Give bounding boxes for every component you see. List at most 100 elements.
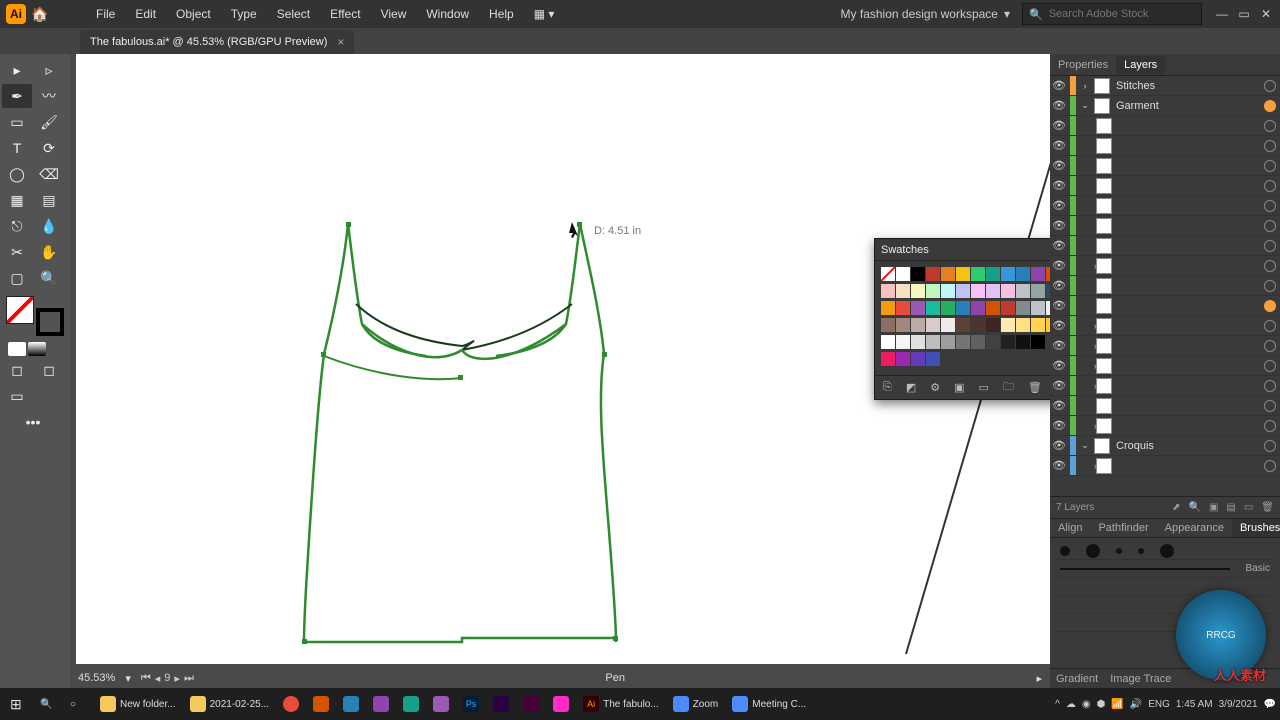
visibility-icon[interactable]: 👁 [1050,439,1068,452]
layer-row[interactable]: 👁 [1050,296,1280,316]
swatch[interactable] [881,352,895,366]
direct-selection-tool[interactable]: ▹ [34,58,64,82]
taskbar-app-2[interactable] [307,690,335,718]
visibility-icon[interactable]: 👁 [1050,319,1068,332]
chevron-down-icon[interactable]: ▾ [125,672,131,685]
swatch[interactable] [896,284,910,298]
tray-wifi-icon[interactable]: 📶 [1111,699,1123,710]
target-icon[interactable] [1264,120,1276,132]
search-layer-icon[interactable]: 🔍 [1188,502,1200,513]
gradient-tool[interactable]: ▤ [34,188,64,212]
target-icon[interactable] [1264,360,1276,372]
layer-row[interactable]: 👁 [1050,216,1280,236]
brush-dots-row[interactable] [1054,542,1276,560]
swatch[interactable] [881,335,895,349]
visibility-icon[interactable]: 👁 [1050,279,1068,292]
swatch[interactable] [1031,335,1045,349]
layer-row[interactable]: 👁 ⌄ Croquis [1050,436,1280,456]
swatch-options-icon[interactable]: ⚙ [930,381,940,394]
target-icon[interactable] [1264,380,1276,392]
cortana-icon[interactable]: ○ [64,690,92,718]
visibility-icon[interactable]: 👁 [1050,139,1068,152]
make-clip-icon[interactable]: ▣ [1209,502,1218,513]
pen-tool[interactable]: ✒ [2,84,32,108]
document-tab[interactable]: The fabulous.ai* @ 45.53% (RGB/GPU Previ… [80,30,354,54]
delete-layer-icon[interactable]: 🗑 [1261,502,1274,513]
swatch[interactable] [956,335,970,349]
swatch[interactable] [1046,267,1050,281]
swatch[interactable] [1046,318,1050,332]
target-icon[interactable] [1264,100,1276,112]
tab-imagetrace[interactable]: Image Trace [1110,673,1171,685]
visibility-icon[interactable]: 👁 [1050,119,1068,132]
type-tool[interactable]: T [2,136,32,160]
swatch[interactable] [986,318,1000,332]
swatch[interactable] [941,335,955,349]
target-icon[interactable] [1264,180,1276,192]
tray-lang[interactable]: ENG [1148,699,1170,710]
swatch[interactable] [911,284,925,298]
swatch[interactable] [986,284,1000,298]
tray-time[interactable]: 1:45 AM [1176,699,1213,710]
swatch[interactable] [926,267,940,281]
swatch[interactable] [1001,335,1015,349]
layers-list[interactable]: 👁 › Stitches 👁 ⌄ Garment 👁 👁 👁 👁 👁 👁 👁 👁… [1050,76,1280,496]
layer-row[interactable]: 👁 [1050,156,1280,176]
swatch[interactable] [971,335,985,349]
swatch[interactable] [956,318,970,332]
target-icon[interactable] [1264,140,1276,152]
width-tool[interactable]: ⎋ [2,214,32,238]
swatch[interactable] [941,318,955,332]
taskbar-app-3[interactable] [337,690,365,718]
target-icon[interactable] [1264,200,1276,212]
swatch[interactable] [911,318,925,332]
first-artboard-icon[interactable]: ⏮ [141,672,151,685]
expand-icon[interactable]: › [1078,461,1094,471]
stroke-swatch[interactable] [36,308,64,336]
swatch[interactable] [971,284,985,298]
swatch[interactable] [896,335,910,349]
swatches-panel[interactable]: Swatches ≡ ▦ ⎘ ◩ ⚙ ▣ ▭ 🗀 🗑 [874,238,1050,400]
swatch[interactable] [1031,267,1045,281]
maximize-icon[interactable]: ▭ [1236,6,1252,22]
layer-row[interactable]: 👁 [1050,136,1280,156]
swatch[interactable] [1031,284,1045,298]
swatch[interactable] [1001,284,1015,298]
menu-object[interactable]: Object [168,3,219,25]
layer-name[interactable]: Stitches [1112,80,1262,92]
swatch[interactable] [926,284,940,298]
search-input[interactable] [1049,8,1195,20]
visibility-icon[interactable]: 👁 [1050,299,1068,312]
taskbar-app-9[interactable] [517,690,545,718]
swatch[interactable] [971,267,985,281]
swatch[interactable] [971,301,985,315]
taskbar-app-7[interactable]: Ps [457,690,485,718]
next-artboard-icon[interactable]: ▸ [174,672,180,685]
layer-row[interactable]: 👁 [1050,196,1280,216]
expand-icon[interactable]: › [1078,361,1094,371]
swatch[interactable] [911,352,925,366]
swatch[interactable] [986,335,1000,349]
paintbrush-tool[interactable]: 🖌 [34,110,64,134]
start-button[interactable]: ⊞ [4,690,32,718]
taskbar-app-8[interactable] [487,690,515,718]
swatch[interactable] [896,352,910,366]
swatch[interactable] [881,284,895,298]
fill-swatch[interactable] [6,296,34,324]
swatch[interactable] [1046,284,1050,298]
layer-row[interactable]: 👁 › Stitches [1050,76,1280,96]
taskbar-meeting[interactable]: Meeting C... [726,690,812,718]
draw-behind[interactable]: ◻ [34,358,64,382]
swatch[interactable] [1001,267,1015,281]
expand-icon[interactable]: › [1078,321,1094,331]
swatch[interactable] [911,267,925,281]
visibility-icon[interactable]: 👁 [1050,359,1068,372]
tab-pathfinder[interactable]: Pathfinder [1090,519,1156,537]
target-icon[interactable] [1264,440,1276,452]
layer-row[interactable]: 👁 › [1050,336,1280,356]
target-icon[interactable] [1264,280,1276,292]
screen-mode[interactable]: ▭ [2,384,32,408]
taskbar-app-4[interactable] [367,690,395,718]
visibility-icon[interactable]: 👁 [1050,459,1068,472]
visibility-icon[interactable]: 👁 [1050,419,1068,432]
